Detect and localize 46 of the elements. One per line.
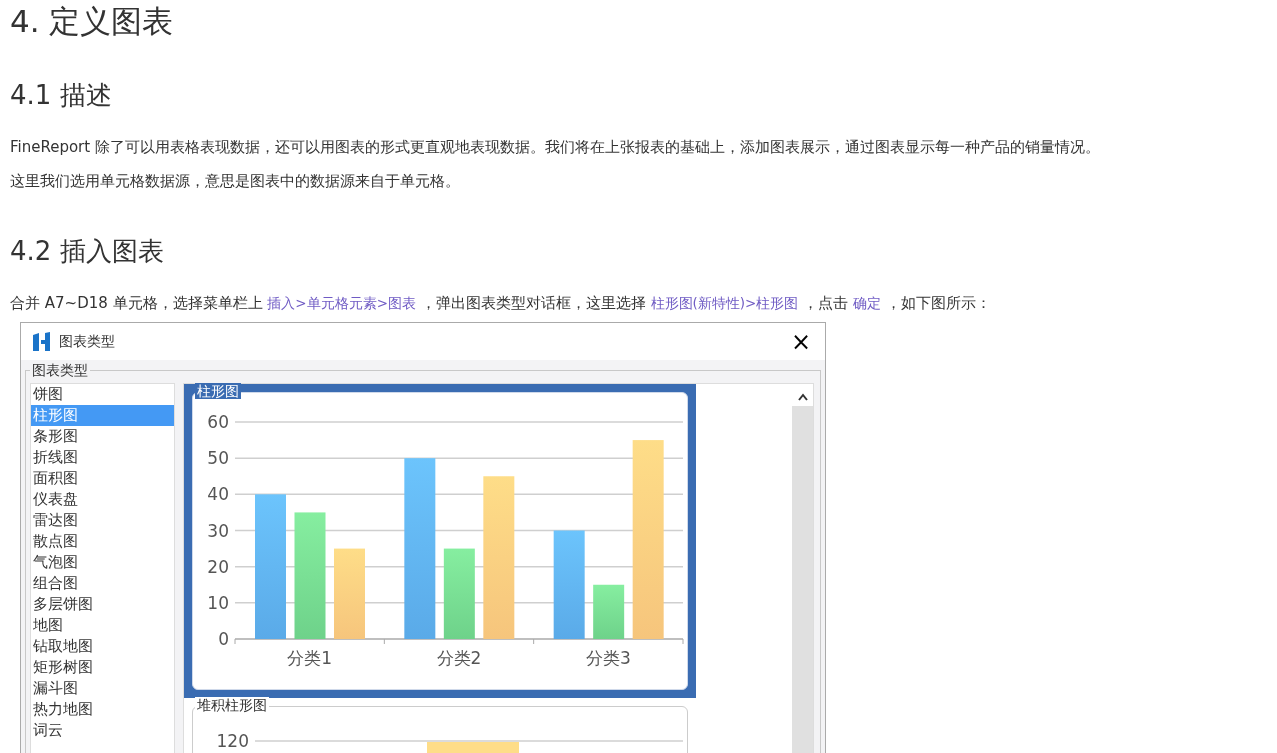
chart-type-item[interactable]: 气泡图 [31, 552, 174, 573]
paragraph: 合并 A7~D18 单元格，选择菜单栏上 插入>单元格元素>图表 ，弹出图表类型对话框，这里选择 柱形图(新特性)>柱形图 ，点击 确定 ，如下图所示： [10, 293, 992, 314]
y-axis-label: 20 [207, 556, 229, 577]
group-label: 图表类型 [30, 362, 90, 378]
preview-title: 堆积柱形图 [195, 697, 269, 713]
y-axis-label: 50 [207, 448, 229, 469]
chart-type-item[interactable]: 散点图 [31, 531, 174, 552]
chart-type-item[interactable]: 面积图 [31, 468, 174, 489]
x-axis-label: 分类2 [436, 648, 482, 668]
bar [593, 584, 625, 639]
y-axis-label: 120 [216, 731, 249, 751]
chart-type-item[interactable]: 条形图 [31, 426, 174, 447]
chart-type-item[interactable]: 多层饼图 [31, 594, 174, 615]
section-heading: 4.1 描述 [10, 79, 113, 112]
paragraph: FineReport 除了可以用表格表现数据，还可以用图表的形式更直观地表现数据。我们将在上张报表的基础上，添加图表展示，通过图表显示每一种产品的销量情况。 [10, 137, 1101, 158]
x-axis-label: 分类1 [287, 648, 333, 668]
chart-type-item[interactable]: 折线图 [31, 447, 174, 468]
y-axis-label: 0 [218, 629, 229, 649]
chart-type-item[interactable]: 词云 [31, 720, 174, 741]
chart-type-item[interactable]: 饼图 [31, 384, 174, 405]
y-axis-label: 60 [207, 412, 229, 432]
chart-preview-card[interactable]: 柱形图 0 10 20 30 40 50 60 分类1 分类2 分类3 [184, 384, 696, 698]
paragraph: 这里我们选用单元格数据源，意思是图表中的数据源来自于单元格。 [10, 171, 461, 192]
y-axis-label: 10 [207, 592, 229, 613]
chevron-up-icon [796, 392, 809, 401]
scroll-up-button[interactable] [792, 384, 813, 406]
section-heading: 4.2 插入图表 [10, 235, 165, 268]
app-logo-icon [31, 331, 51, 352]
y-axis-label: 40 [207, 484, 229, 505]
menu-path-link[interactable]: 插入>单元格元素>图表 [267, 295, 416, 311]
page-title: 4. 定义图表 [10, 2, 175, 41]
chart-type-item[interactable]: 组合图 [31, 573, 174, 594]
close-button[interactable]: × [786, 329, 815, 354]
preview-title: 柱形图 [195, 383, 241, 399]
chart-type-item[interactable]: 矩形树图 [31, 657, 174, 678]
chart-type-item[interactable]: 仪表盘 [31, 489, 174, 510]
chart-type-item[interactable]: 漏斗图 [31, 678, 174, 699]
menu-path-link[interactable]: 确定 [852, 295, 881, 311]
chart-type-item[interactable]: 热力地图 [31, 699, 174, 720]
window-title: 图表类型 [59, 332, 115, 351]
x-axis-label: 分类3 [585, 648, 631, 668]
y-axis-label: 30 [207, 520, 229, 541]
chart-type-item[interactable]: 雷达图 [31, 510, 174, 531]
chart-type-item[interactable]: 钻取地图 [31, 636, 174, 657]
chart-type-item[interactable]: 地图 [31, 615, 174, 636]
menu-path-link[interactable]: 柱形图(新特性)>柱形图 [650, 295, 799, 311]
